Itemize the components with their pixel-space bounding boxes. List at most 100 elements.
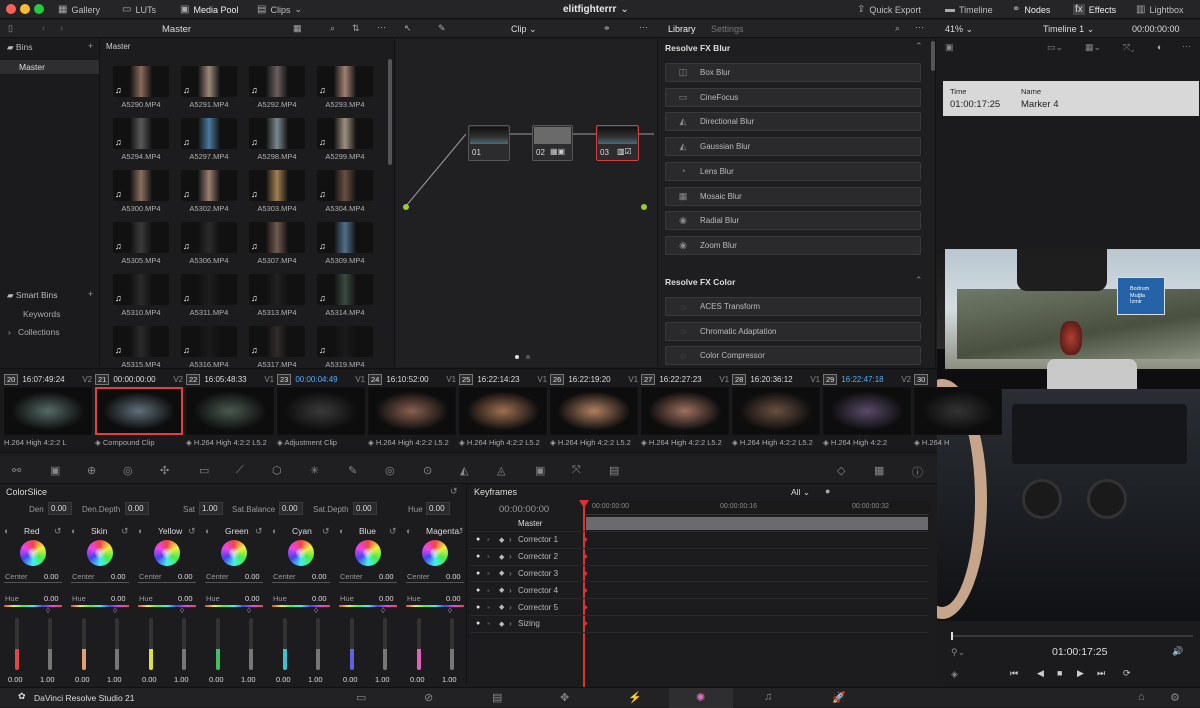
saturation-slider[interactable] xyxy=(316,618,320,670)
keyframe-row[interactable]: ● ▪ ◆ › Sizing ◆ xyxy=(470,616,928,633)
color-wheel[interactable] xyxy=(288,540,314,566)
tracker-icon[interactable]: ⊙ xyxy=(423,464,432,477)
keyframe-row[interactable]: ● ▪ ◆ › Corrector 1 ◆ xyxy=(470,532,928,549)
color-wheel[interactable] xyxy=(221,540,247,566)
camera-raw-icon[interactable]: ▣ xyxy=(50,464,60,477)
chevron-right-icon[interactable]: › xyxy=(509,603,512,612)
clip-thumbnail[interactable]: ♫ xyxy=(181,170,237,201)
clip-strip-thumbnail[interactable] xyxy=(823,387,911,435)
density-value[interactable]: 0.00 xyxy=(142,675,157,684)
play-reverse-icon[interactable]: ◀ xyxy=(1037,668,1044,679)
saturation-slider[interactable] xyxy=(450,618,454,670)
center-value[interactable]: 0.00 xyxy=(111,572,126,581)
search-icon[interactable]: ⌕ xyxy=(895,23,900,34)
effects-button[interactable]: fx Effects xyxy=(1073,0,1116,19)
fx-item[interactable]: ◫ Box Blur xyxy=(665,63,921,82)
keyframes-icon[interactable]: ◇ xyxy=(837,464,845,477)
window-icon[interactable]: ◎ xyxy=(385,464,395,477)
hdr-icon[interactable]: ✣ xyxy=(160,464,169,477)
qualifier-icon[interactable]: ✳ xyxy=(310,464,319,477)
loop-icon[interactable]: ⟳ xyxy=(1123,668,1131,679)
clip-strip-thumbnail[interactable] xyxy=(368,387,456,435)
saturation-value[interactable]: 1.00 xyxy=(241,675,256,684)
checkbox-icon[interactable]: ▪ xyxy=(487,619,490,628)
viewer-mode-icon[interactable]: ▣ xyxy=(945,42,954,53)
visibility-dot-icon[interactable]: ● xyxy=(476,604,480,611)
clips-button[interactable]: ▤ Clips ⌄ xyxy=(257,0,302,19)
clip-thumbnail[interactable]: ♫ xyxy=(113,170,169,201)
checkbox-icon[interactable]: ▪ xyxy=(487,552,490,561)
color-wheel[interactable] xyxy=(422,540,448,566)
clip-strip-thumbnail[interactable] xyxy=(186,387,274,435)
more-options-icon[interactable]: ⋯ xyxy=(377,22,386,33)
density-value[interactable]: 0.00 xyxy=(410,675,425,684)
timeline-button[interactable]: ▬ Timeline xyxy=(945,0,993,19)
overlay-icon[interactable]: ▦⌄ xyxy=(1085,42,1101,53)
chevron-right-icon[interactable]: › xyxy=(509,619,512,628)
hue-value[interactable]: 0.00 xyxy=(312,594,327,603)
magic-mask-icon[interactable]: ◭ xyxy=(460,464,468,477)
saturation-value[interactable]: 1.00 xyxy=(308,675,323,684)
node-02[interactable]: 02 ▦▣ xyxy=(532,125,573,161)
clip-thumbnail[interactable]: ♫ xyxy=(249,274,305,305)
close-window-button[interactable] xyxy=(6,4,16,14)
center-slider[interactable] xyxy=(138,582,196,583)
visibility-dot-icon[interactable]: ● xyxy=(476,536,480,543)
more-options-icon[interactable]: ⋯ xyxy=(915,22,924,33)
layers-icon[interactable]: ◈ xyxy=(951,669,958,680)
add-smart-bin-icon[interactable]: + xyxy=(88,289,93,299)
center-slider[interactable] xyxy=(272,582,330,583)
den-field[interactable]: 0.00 xyxy=(48,502,72,515)
saturation-value[interactable]: 1.00 xyxy=(442,675,457,684)
visibility-dot-icon[interactable]: ● xyxy=(476,620,480,627)
clip-thumbnail[interactable]: ♫ xyxy=(249,66,305,97)
page-dot[interactable] xyxy=(515,355,519,359)
center-value[interactable]: 0.00 xyxy=(379,572,394,581)
fx-item[interactable]: ▦ Mosaic Blur xyxy=(665,186,921,206)
keyframe-marker-icon[interactable]: ◆ xyxy=(583,536,588,543)
fx-item[interactable]: ◭ Gaussian Blur xyxy=(665,137,921,157)
keyframe-marker-icon[interactable]: ◆ xyxy=(583,587,588,594)
clip-thumbnail[interactable]: ♫ xyxy=(181,66,237,97)
saturation-slider[interactable] xyxy=(383,618,387,670)
keyframe-marker-icon[interactable]: ◆ xyxy=(583,570,588,577)
clip-thumbnail[interactable]: ♫ xyxy=(317,118,373,149)
color-wheel[interactable] xyxy=(87,540,113,566)
keyframe-diamond-icon[interactable]: ◆ xyxy=(499,569,504,577)
minimize-window-button[interactable] xyxy=(20,4,30,14)
visibility-dot-icon[interactable]: ● xyxy=(476,587,480,594)
collapse-icon[interactable]: ⌃ xyxy=(915,41,923,52)
clip-thumbnail[interactable]: ♫ xyxy=(181,222,237,253)
page-dot[interactable] xyxy=(526,355,530,359)
center-slider[interactable] xyxy=(4,582,62,583)
saturation-value[interactable]: 1.00 xyxy=(107,675,122,684)
keyframe-marker-icon[interactable]: ◆ xyxy=(583,553,588,560)
record-dot-icon[interactable]: ● xyxy=(825,486,830,496)
checkbox-icon[interactable]: ▪ xyxy=(487,569,490,578)
cut-page-icon[interactable]: ⊘ xyxy=(424,691,433,704)
clip-thumbnail[interactable]: ♫ xyxy=(317,326,373,357)
back-icon[interactable]: ‹ xyxy=(42,23,45,33)
clip-thumbnail[interactable]: ♫ xyxy=(317,274,373,305)
curves-icon[interactable]: ⟋ xyxy=(236,464,244,477)
clip-strip-thumbnail[interactable] xyxy=(641,387,729,435)
lightbox-button[interactable]: ▥ Lightbox xyxy=(1136,0,1183,19)
clip-thumbnail[interactable]: ♫ xyxy=(113,274,169,305)
fx-item[interactable]: ◌ Color Compressor xyxy=(665,346,921,366)
key-icon[interactable]: ▣ xyxy=(535,464,545,477)
saturation-slider[interactable] xyxy=(48,618,52,670)
saturation-value[interactable]: 1.00 xyxy=(174,675,189,684)
settings-gear-icon[interactable]: ⚙ xyxy=(1170,691,1180,704)
highlight-icon[interactable]: ◐ xyxy=(1157,42,1162,52)
keyframe-marker-icon[interactable]: ◆ xyxy=(583,604,588,611)
play-icon[interactable]: ▶ xyxy=(1077,668,1084,679)
nodes-button[interactable]: ⚭ Nodes xyxy=(1012,0,1050,19)
project-title[interactable]: elitfighterrr ⌄ xyxy=(563,0,629,19)
reset-icon[interactable]: ↺ xyxy=(255,526,263,537)
reset-icon[interactable]: ↺ xyxy=(54,526,62,537)
keyframe-row[interactable]: ● ▪ ◆ › Corrector 2 ◆ xyxy=(470,549,928,566)
clip-thumbnail[interactable]: ♫ xyxy=(249,222,305,253)
media-page-icon[interactable]: ▭ xyxy=(356,691,366,704)
clip-strip-thumbnail[interactable] xyxy=(4,387,92,435)
keyframes-filter[interactable]: All ⌄ xyxy=(791,487,810,498)
